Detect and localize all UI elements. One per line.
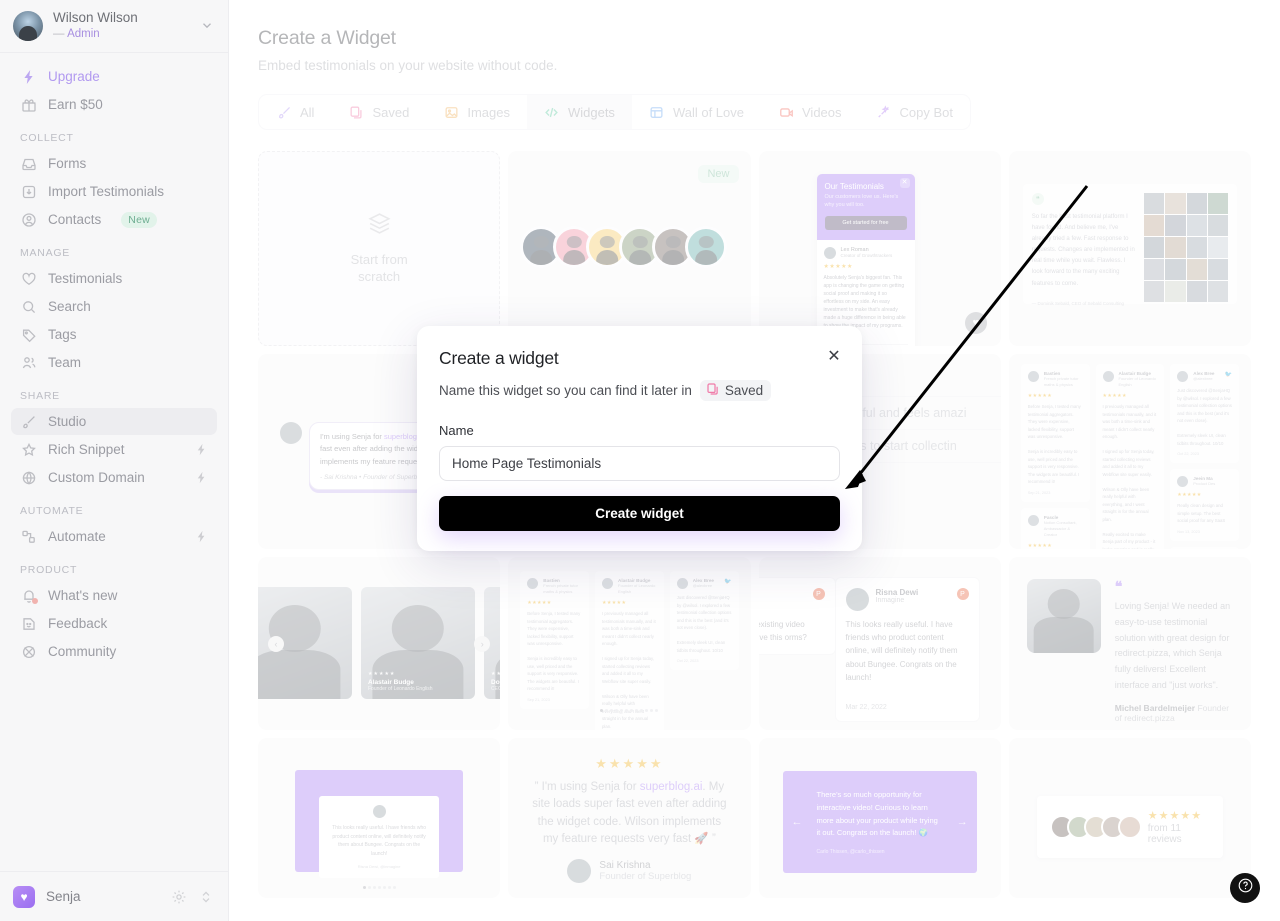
bolt-icon [195, 443, 208, 456]
inbox-icon [20, 155, 37, 172]
account-switcher[interactable]: Wilson Wilson — Admin [0, 0, 228, 53]
modal-subtitle: Name this widget so you can find it late… [439, 380, 840, 401]
saved-chip-label: Saved [724, 383, 764, 398]
sidebar-item-label: Rich Snippet [48, 442, 125, 457]
modal-title: Create a widget [439, 348, 559, 368]
chevron-down-icon[interactable] [200, 18, 214, 35]
name-field-label: Name [439, 423, 474, 438]
sidebar-item-automate[interactable]: Automate [11, 523, 217, 550]
copy-icon [706, 382, 720, 399]
sidebar-section-title: MANAGE [20, 247, 71, 259]
sidebar-item-whats-new[interactable]: What's new [11, 582, 217, 609]
brand-name: Senja [46, 889, 81, 904]
sidebar-item-rich-snippet[interactable]: Rich Snippet [11, 436, 217, 463]
sidebar-item-feedback[interactable]: Feedback [11, 610, 217, 637]
sidebar-item-label: Studio [48, 414, 87, 429]
bolt-icon [195, 530, 208, 543]
nodes-icon [20, 528, 37, 545]
bell-icon [20, 587, 38, 604]
sidebar-section-title: PRODUCT [20, 564, 78, 576]
account-name: Wilson Wilson [53, 10, 138, 26]
modal-subtitle-text: Name this widget so you can find it late… [439, 383, 692, 398]
gift-icon [20, 96, 37, 113]
star-icon [20, 441, 37, 458]
sidebar-item-contacts[interactable]: Contacts New [11, 206, 217, 233]
senja-logo-icon: ♥ [13, 885, 35, 908]
tag-icon [20, 326, 37, 343]
sidebar-item-label: Import Testimonials [48, 184, 165, 199]
user-circle-icon [20, 211, 37, 228]
sidebar-item-label: Earn $50 [48, 97, 103, 112]
brush-icon [20, 413, 37, 430]
sidebar-item-label: Contacts [48, 212, 102, 227]
question-circle-icon [1237, 877, 1254, 899]
sidebar-section-title: SHARE [20, 390, 60, 402]
account-role: — Admin [53, 28, 100, 41]
widget-name-input[interactable] [439, 446, 840, 481]
sidebar-item-label: Search [48, 299, 91, 314]
app-root: Wilson Wilson — Admin Upgrade Earn $50 C… [0, 0, 1280, 921]
sidebar-item-label: Custom Domain [48, 470, 145, 485]
avatar [13, 11, 43, 41]
sidebar-item-label: Tags [48, 327, 77, 342]
sidebar-item-label: Testimonials [48, 271, 123, 286]
sidebar-nav: Upgrade Earn $50 COLLECT Forms Import Te… [0, 53, 228, 871]
users-icon [20, 354, 37, 371]
sidebar-item-custom-domain[interactable]: Custom Domain [11, 464, 217, 491]
sidebar-item-studio[interactable]: Studio [11, 408, 217, 435]
sidebar-item-label: Feedback [48, 616, 108, 631]
community-icon [20, 643, 37, 660]
sidebar-item-label: Community [48, 644, 117, 659]
sidebar-item-earn[interactable]: Earn $50 [11, 91, 217, 118]
account-text: Wilson Wilson — Admin [53, 10, 190, 41]
sidebar-item-team[interactable]: Team [11, 349, 217, 376]
help-button[interactable] [1230, 873, 1260, 903]
chevron-updown-icon[interactable] [198, 889, 214, 905]
note-smile-icon [20, 615, 37, 632]
sidebar-item-search[interactable]: Search [11, 293, 217, 320]
sidebar-item-upgrade[interactable]: Upgrade [11, 63, 217, 90]
sidebar-item-testimonials[interactable]: Testimonials [11, 265, 217, 292]
globe-icon [20, 469, 37, 486]
heart-icon [20, 270, 37, 287]
create-widget-modal: ✕ Create a widget Name this widget so yo… [417, 326, 862, 551]
sidebar-item-label: Upgrade [48, 69, 100, 84]
sidebar-item-label: Team [48, 355, 82, 370]
saved-chip[interactable]: Saved [699, 380, 772, 401]
search-icon [20, 298, 37, 315]
sidebar-item-label: Forms [48, 156, 87, 171]
sidebar: Wilson Wilson — Admin Upgrade Earn $50 C… [0, 0, 229, 921]
download-box-icon [20, 183, 37, 200]
bolt-icon [20, 68, 37, 85]
sidebar-item-forms[interactable]: Forms [11, 150, 217, 177]
sidebar-item-label: What's new [48, 588, 118, 603]
close-icon[interactable]: ✕ [824, 347, 844, 367]
gear-icon[interactable] [171, 889, 187, 905]
status-badge: New [121, 211, 157, 228]
sidebar-item-import-testimonials[interactable]: Import Testimonials [11, 178, 217, 205]
sidebar-item-label: Automate [48, 529, 106, 544]
sidebar-section-title: COLLECT [20, 132, 74, 144]
create-widget-button[interactable]: Create widget [439, 496, 840, 531]
sidebar-footer: ♥ Senja [0, 871, 228, 921]
sidebar-item-community[interactable]: Community [11, 638, 217, 665]
sidebar-section-title: AUTOMATE [20, 505, 84, 517]
bolt-icon [195, 471, 208, 484]
sidebar-item-tags[interactable]: Tags [11, 321, 217, 348]
